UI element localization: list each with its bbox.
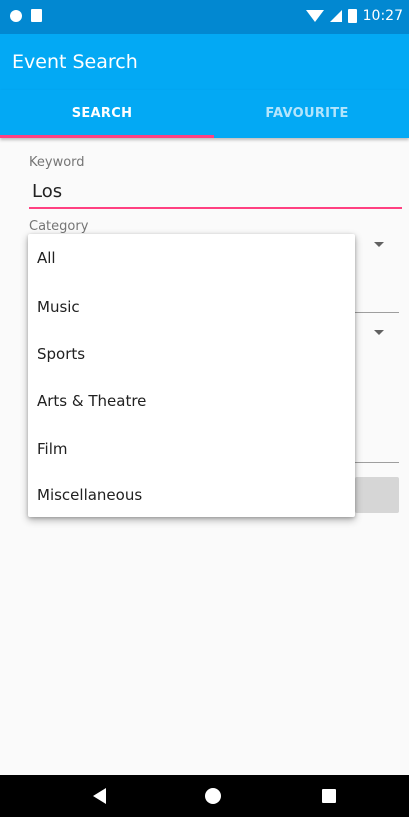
back-icon[interactable] bbox=[93, 788, 106, 804]
keyword-label: Keyword bbox=[29, 155, 85, 170]
category-dropdown-menu: All Music Sports Arts & Theatre Film Mis… bbox=[28, 234, 355, 517]
dropdown-option-film[interactable]: Film bbox=[37, 437, 67, 461]
tab-favourite[interactable]: FAVOURITE bbox=[205, 90, 409, 138]
divider bbox=[355, 312, 399, 313]
units-dropdown-arrow-icon[interactable] bbox=[374, 330, 384, 335]
search-button[interactable] bbox=[355, 477, 399, 513]
keyword-input[interactable]: Los bbox=[29, 177, 402, 209]
divider bbox=[355, 462, 399, 463]
battery-icon bbox=[347, 9, 357, 23]
home-icon[interactable] bbox=[205, 788, 221, 804]
tab-search[interactable]: SEARCH bbox=[0, 90, 204, 138]
dropdown-option-music[interactable]: Music bbox=[37, 295, 80, 319]
status-time: 10:27 bbox=[362, 8, 403, 24]
sim-icon bbox=[31, 9, 42, 22]
dropdown-option-arts-theatre[interactable]: Arts & Theatre bbox=[37, 389, 146, 413]
app-title: Event Search bbox=[12, 51, 138, 73]
dropdown-option-sports[interactable]: Sports bbox=[37, 342, 85, 366]
notification-dot-icon bbox=[10, 9, 22, 22]
category-label: Category bbox=[29, 219, 89, 234]
status-bar: 10:27 bbox=[0, 0, 409, 34]
tab-bar: SEARCH FAVOURITE bbox=[0, 90, 409, 138]
dropdown-option-miscellaneous[interactable]: Miscellaneous bbox=[37, 483, 142, 507]
recents-icon[interactable] bbox=[322, 789, 336, 803]
tab-indicator bbox=[0, 135, 214, 138]
app-bar: Event Search bbox=[0, 34, 409, 90]
signal-icon bbox=[329, 10, 342, 22]
dropdown-option-all[interactable]: All bbox=[37, 246, 56, 270]
wifi-icon bbox=[305, 10, 324, 22]
navigation-bar bbox=[0, 775, 409, 817]
category-dropdown-arrow-icon[interactable] bbox=[374, 242, 384, 247]
